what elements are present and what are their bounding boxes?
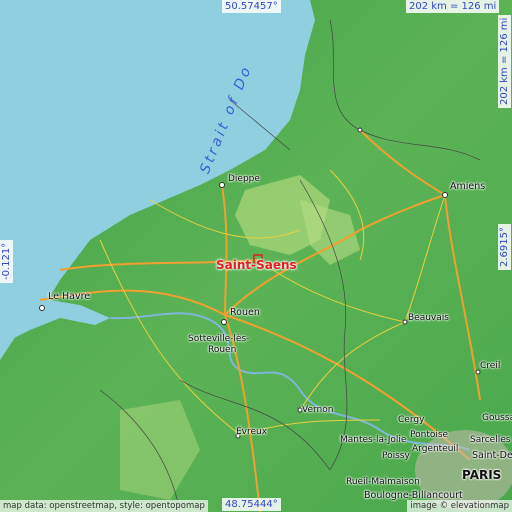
- city-label-cergy: Cergy: [398, 415, 425, 425]
- city-label-goussa: Goussa: [482, 413, 512, 423]
- scale-horizontal: 202 km = 126 mi: [406, 0, 500, 13]
- scale-vertical: 202 km = 126 mi: [498, 14, 511, 108]
- selected-place-label: Saint-Saens: [216, 258, 297, 272]
- city-label-rueil: Rueil-Malmaison: [346, 477, 420, 487]
- city-label-argenteuil: Argenteuil: [412, 444, 459, 454]
- coord-left: -0.121°: [0, 239, 13, 283]
- coord-right: 2.6915°: [498, 224, 511, 270]
- city-label-sotteville: Sotteville-lès-: [188, 334, 250, 344]
- city-label-beauvais: Beauvais: [408, 313, 449, 323]
- coord-bottom: 48.75444°: [222, 498, 281, 511]
- image-attribution: image © elevationmap: [407, 500, 512, 512]
- city-label-poissy: Poissy: [382, 451, 410, 461]
- city-label-le-havre: Le Havre: [48, 291, 91, 302]
- city-label-vernon: Vernon: [302, 405, 334, 415]
- city-label-mantes: Mantes-la-Jolie: [340, 435, 407, 445]
- city-label-evreux: Évreux: [236, 427, 268, 437]
- city-label-amiens: Amiens: [450, 181, 486, 192]
- city-label-pontoise: Pontoise: [410, 430, 449, 440]
- city-label-saint-den: Saint-Den: [472, 450, 512, 461]
- coord-top: 50.57457°: [222, 0, 281, 13]
- city-label-sotteville-rouen: Rouen: [208, 345, 237, 355]
- map-attribution: map data: openstreetmap, style: opentopo…: [0, 500, 208, 512]
- city-label-paris: PARIS: [462, 468, 502, 482]
- city-label-rouen: Rouen: [230, 307, 260, 318]
- city-label-dieppe: Dieppe: [228, 174, 260, 184]
- city-label-creil: Creil: [480, 361, 501, 371]
- city-label-sarcelles: Sarcelles: [470, 435, 511, 445]
- map-canvas[interactable]: Strait of Do Dieppe Amiens Le Havre Roue…: [0, 0, 512, 512]
